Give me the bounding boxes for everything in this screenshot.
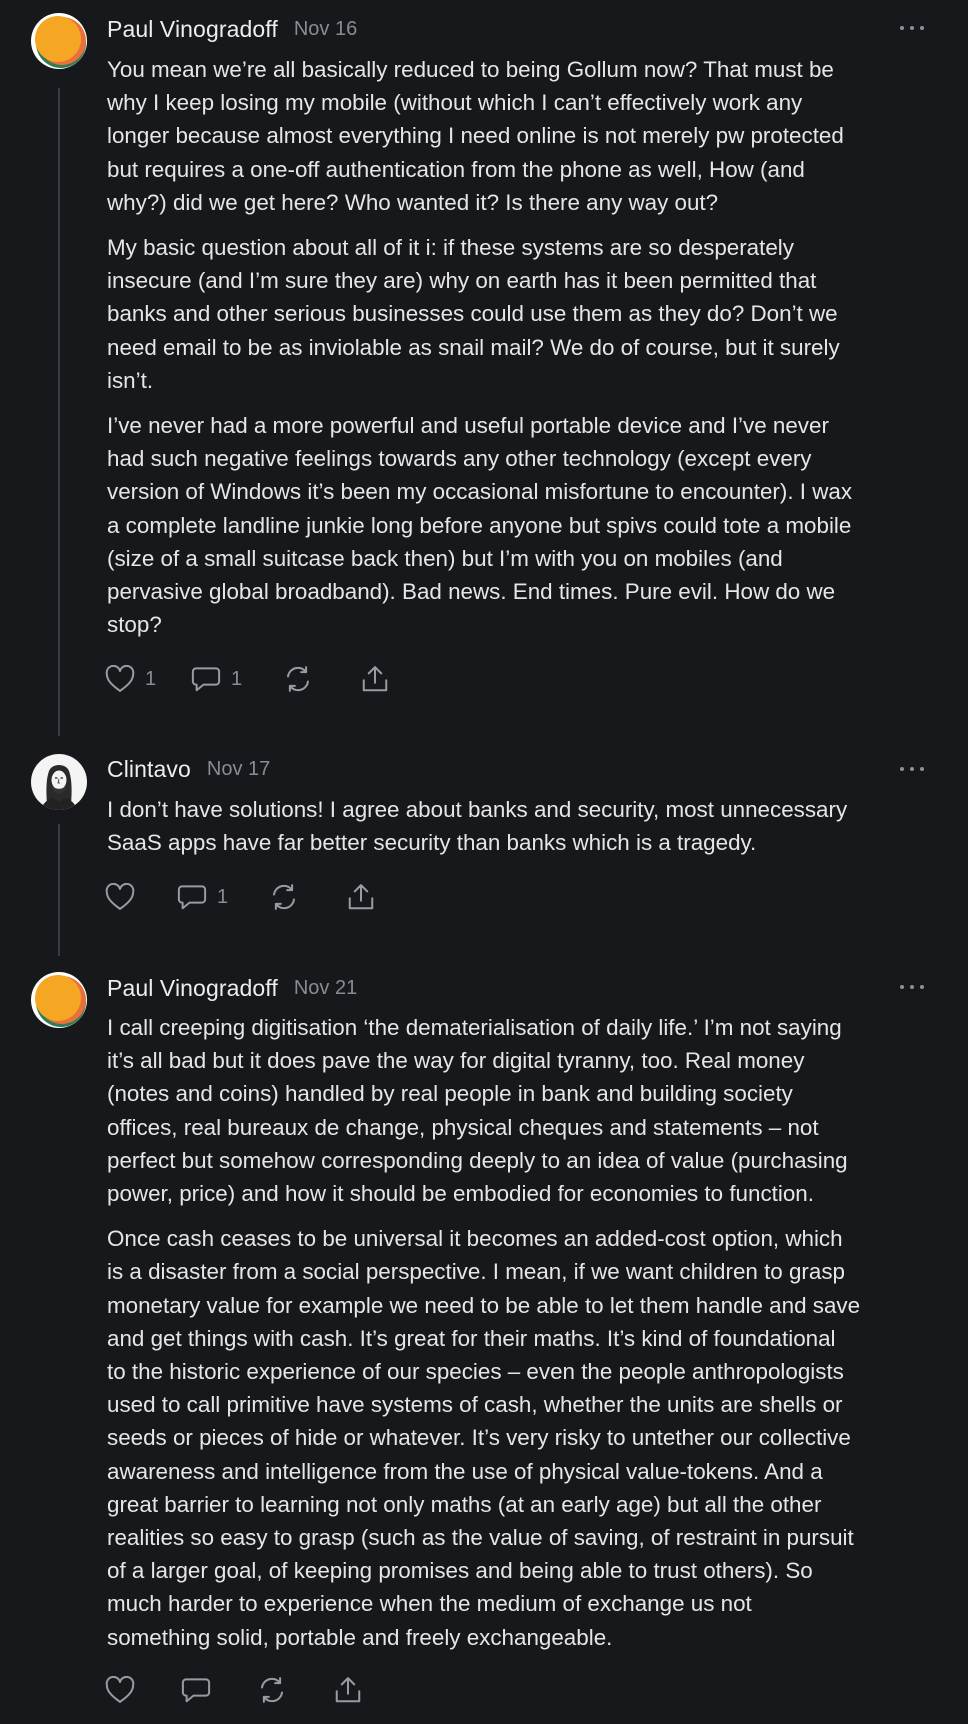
comment-text-line: used to call primitive have systems of c…: [107, 1392, 843, 1418]
comment-text-line: it’s all bad but it does pave the way fo…: [107, 1048, 805, 1074]
comment-body: I don’t have solutions! I agree about ba…: [107, 793, 935, 871]
comment-paragraph: You mean we’re all basically reduced to …: [107, 53, 935, 219]
comment-text-line: You mean we’re all basically reduced to …: [107, 57, 834, 82]
comment-text-line: My basic question about all of it i: if …: [107, 235, 794, 261]
comment-text-line: much harder to experience when the mediu…: [107, 1591, 752, 1617]
comment-body: You mean we’re all basically reduced to …: [107, 53, 935, 653]
comment-paragraph: My basic question about all of it i: if …: [107, 231, 935, 397]
comment-text-line: (notes and coins) handled by real people…: [107, 1081, 793, 1107]
comment-text-line: version of Windows it’s been my occasion…: [107, 479, 853, 505]
comment-icon: [177, 885, 207, 910]
restack-button[interactable]: [283, 662, 313, 696]
reply-count: 1: [231, 667, 243, 690]
comment-text-line: need email to be as inviolable as snail …: [107, 334, 840, 360]
avatar[interactable]: [31, 754, 87, 810]
restack-icon: [261, 1677, 283, 1703]
comment-text-line: awareness and intelligence from the use …: [107, 1458, 823, 1484]
comment-text-line: (size of a small suitcase back then) but…: [107, 545, 783, 571]
comment-text-line: had such negative feelings towards any o…: [107, 446, 812, 472]
comment-text-line: I don’t have solutions! I agree about ba…: [107, 797, 848, 822]
comment-paragraph: I’ve never had a more powerful and usefu…: [107, 409, 935, 641]
comment-text-line: to the historic experience of our specie…: [107, 1359, 844, 1385]
avatar[interactable]: [31, 972, 87, 1028]
author-name[interactable]: Paul Vinogradoff: [107, 16, 278, 43]
comment-text-line: but requires a one-off authentication fr…: [107, 156, 805, 182]
like-button[interactable]: 1: [105, 662, 156, 696]
comment-icon: [181, 1678, 211, 1703]
share-icon: [348, 884, 374, 910]
comment-text-line: SaaS apps have far better security than …: [107, 830, 757, 856]
comment-text-line: a complete landline junkie long before a…: [107, 512, 852, 538]
orange-circle-avatar-icon: [31, 13, 87, 69]
comment-text-line: pervasive global broadband). Bad news. E…: [107, 579, 836, 605]
comment-text-line: Once cash ceases to be universal it beco…: [107, 1226, 843, 1252]
author-name[interactable]: Clintavo: [107, 756, 191, 783]
restack-button[interactable]: [257, 1673, 287, 1707]
avatar[interactable]: [31, 13, 87, 69]
comment-date[interactable]: Nov 16: [294, 18, 357, 41]
comment-text-line: and get things with cash. It’s great for…: [107, 1325, 836, 1351]
reply-count: 1: [217, 885, 229, 908]
comment-header: Paul Vinogradoff Nov 21: [107, 971, 357, 1005]
heart-icon: [105, 1676, 135, 1703]
share-button[interactable]: [360, 662, 390, 696]
comment-text-line: why I keep losing my mobile (without whi…: [107, 90, 803, 116]
comment-body: I call creeping digitisation ‘the demate…: [107, 1011, 935, 1666]
restack-icon: [287, 666, 309, 692]
share-button[interactable]: [333, 1673, 363, 1707]
share-button[interactable]: [346, 880, 376, 914]
thread-line: [58, 88, 60, 736]
comment-text-line: isn’t.: [107, 367, 154, 393]
comment-icon: [191, 667, 221, 692]
thread-line: [58, 824, 60, 956]
reply-button[interactable]: 1: [177, 880, 228, 914]
comment-text-line: stop?: [107, 612, 162, 638]
orange-circle-avatar-icon: [31, 972, 87, 1028]
reply-button[interactable]: 1: [191, 662, 242, 696]
comment-text-line: is a disaster from a social perspective.…: [107, 1259, 845, 1285]
restack-icon: [273, 884, 295, 910]
comment-header: Clintavo Nov 17: [107, 752, 270, 786]
more-options-icon[interactable]: [900, 765, 924, 773]
reply-button[interactable]: [181, 1673, 211, 1707]
author-name[interactable]: Paul Vinogradoff: [107, 975, 278, 1002]
comment-text-line: banks and other serious businesses could…: [107, 301, 838, 327]
sketch-portrait-avatar-icon: [31, 754, 87, 810]
share-icon: [362, 666, 388, 692]
comment-header: Paul Vinogradoff Nov 16: [107, 12, 357, 46]
share-icon: [335, 1677, 361, 1703]
more-options-icon[interactable]: [900, 24, 924, 32]
comment-text-line: monetary value for example we need to be…: [107, 1292, 861, 1318]
comment-text-line: power, price) and how it should be embod…: [107, 1181, 814, 1207]
comment-text-line: offices, real bureaux de change, physica…: [107, 1114, 819, 1140]
restack-button[interactable]: [269, 880, 299, 914]
like-button[interactable]: [105, 880, 135, 914]
comment-text-line: great barrier to learning not only maths…: [107, 1491, 822, 1517]
comment-text-line: perfect but somehow corresponding deeply…: [107, 1147, 848, 1173]
comment-text-line: realities so easy to grasp (such as the …: [107, 1525, 854, 1551]
comment-paragraph: I call creeping digitisation ‘the demate…: [107, 1011, 935, 1210]
comment-text-line: longer because almost everything I need …: [107, 123, 844, 149]
like-button[interactable]: [105, 1673, 135, 1707]
comment-text-line: I’ve never had a more powerful and usefu…: [107, 413, 829, 439]
like-count: 1: [145, 667, 157, 690]
comment-paragraph: I don’t have solutions! I agree about ba…: [107, 793, 935, 859]
heart-icon: [105, 883, 135, 910]
comment-paragraph: Once cash ceases to be universal it beco…: [107, 1222, 935, 1654]
comment-text-line: something solid, portable and freely exc…: [107, 1624, 613, 1650]
comment-text-line: seeds or pieces of hide or whatever. It’…: [107, 1425, 851, 1451]
comment-date[interactable]: Nov 17: [207, 758, 270, 781]
comment-text-line: why?) did we get here? Who wanted it? Is…: [107, 189, 719, 215]
comment-text-line: I call creeping digitisation ‘the demate…: [107, 1015, 842, 1040]
heart-icon: [105, 665, 135, 692]
comment-date[interactable]: Nov 21: [294, 977, 357, 1000]
comment-text-line: of a larger goal, of keeping promises an…: [107, 1558, 813, 1584]
comment-text-line: insecure (and I’m sure they are) why on …: [107, 268, 817, 294]
more-options-icon[interactable]: [900, 983, 924, 991]
